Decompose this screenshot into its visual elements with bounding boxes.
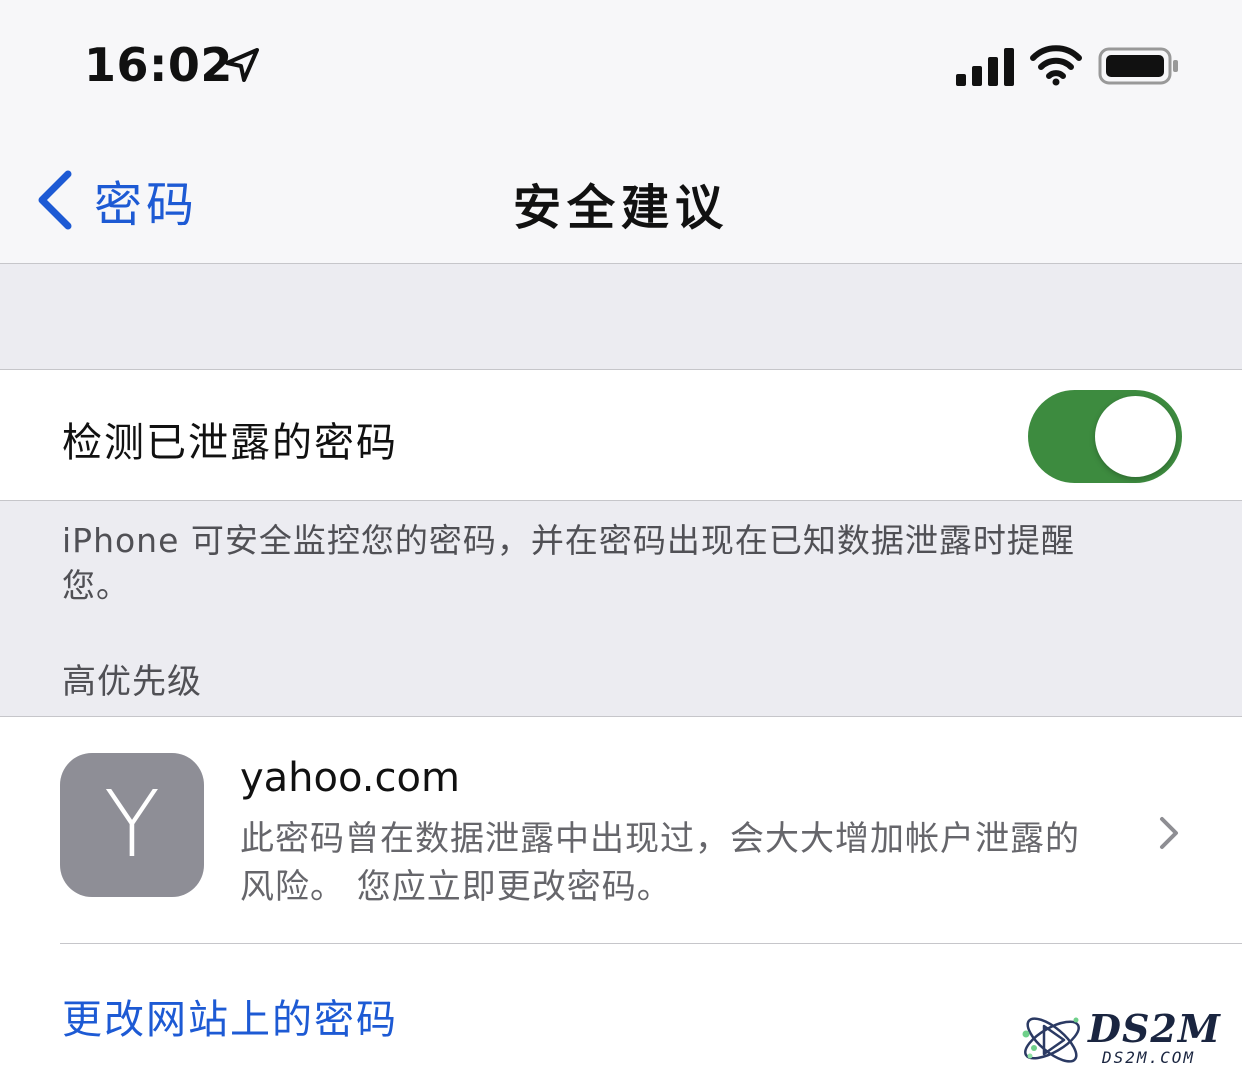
- detect-leaked-passwords-row: 检测已泄露的密码: [0, 369, 1242, 501]
- chevron-right-icon: [1160, 817, 1178, 849]
- status-bar: 16:02: [0, 0, 1242, 134]
- battery-icon: [1098, 47, 1178, 85]
- row-divider: [60, 943, 1242, 944]
- watermark-logo: DS2M DS2M.COM: [1016, 1006, 1230, 1074]
- location-arrow-icon: [225, 48, 259, 82]
- page-title: 安全建议: [512, 180, 729, 236]
- cellular-signal-icon: [956, 48, 1014, 86]
- section-header-high-priority: 高优先级: [62, 662, 202, 702]
- atom-logo-icon: [1022, 1017, 1080, 1063]
- site-warning-text: 此密码曾在数据泄露中出现过，会大大增加帐户泄露的风险。 您应立即更改密码。: [240, 819, 1080, 907]
- site-name: yahoo.com: [240, 755, 460, 801]
- toggle-footer-note: iPhone 可安全监控您的密码，并在密码出现在已知数据泄露时提醒您。: [62, 521, 1075, 605]
- watermark-subtext: DS2M.COM: [1102, 1048, 1196, 1067]
- watermark-text: DS2M: [1088, 1006, 1221, 1051]
- navigation-bar: 密码 安全建议: [0, 134, 1242, 264]
- switch-knob: [1095, 396, 1176, 477]
- toggle-label: 检测已泄露的密码: [62, 420, 398, 466]
- change-password-on-website-link[interactable]: 更改网站上的密码: [62, 987, 398, 1045]
- status-time: 16:02: [84, 38, 233, 92]
- list-item-yahoo[interactable]: Y yahoo.com 此密码曾在数据泄露中出现过，会大大增加帐户泄露的风险。 …: [0, 717, 1242, 943]
- wifi-icon: [1030, 45, 1082, 86]
- site-avatar: Y: [60, 753, 204, 897]
- detect-leaked-passwords-switch[interactable]: [1028, 390, 1182, 483]
